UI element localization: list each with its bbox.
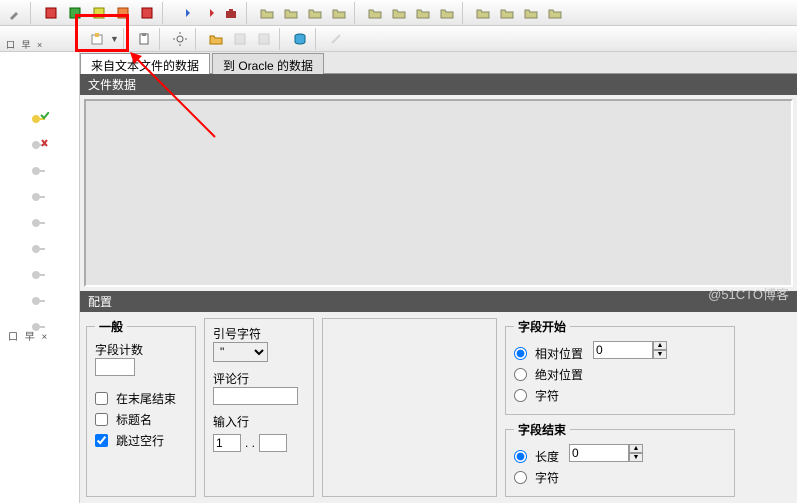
folder12-icon[interactable] (544, 2, 566, 24)
cube-yellow-icon[interactable] (88, 2, 110, 24)
cb-end-at-eof[interactable] (95, 392, 108, 405)
cube-green-icon[interactable] (64, 2, 86, 24)
toolbar-main (0, 0, 797, 26)
radio-abs-pos[interactable] (514, 368, 527, 381)
key3-icon[interactable] (31, 216, 49, 230)
legend-end: 字段结束 (514, 421, 570, 438)
folder5-icon[interactable] (364, 2, 386, 24)
input-row-from[interactable] (213, 434, 241, 452)
key4-icon[interactable] (31, 242, 49, 256)
folder3-icon[interactable] (304, 2, 326, 24)
key5-icon[interactable] (31, 268, 49, 282)
radio-length[interactable] (514, 450, 527, 463)
spin-down2-icon[interactable]: ▼ (629, 453, 643, 462)
folder4-icon[interactable] (328, 2, 350, 24)
folder9-icon[interactable] (472, 2, 494, 24)
cb-skip-blank[interactable] (95, 434, 108, 447)
label-len: 长度 (535, 448, 559, 465)
label-comment-row: 评论行 (213, 370, 305, 387)
spin-down-icon[interactable]: ▼ (653, 350, 667, 359)
watermark: @51CTO博客 (708, 284, 789, 303)
spinner-start[interactable]: ▲▼ (593, 341, 673, 359)
radio-char-end[interactable] (514, 471, 527, 484)
label-char-end: 字符 (535, 469, 559, 486)
save2-icon[interactable] (253, 28, 275, 50)
folder2-icon[interactable] (280, 2, 302, 24)
legend-start: 字段开始 (514, 318, 570, 335)
spin-up-icon[interactable]: ▲ (653, 341, 667, 350)
cube-red-icon[interactable] (40, 2, 62, 24)
fieldset-quote: 引号字符 " 评论行 输入行 . . (204, 318, 314, 497)
folder6-icon[interactable] (388, 2, 410, 24)
arrow-blue-icon[interactable] (172, 2, 194, 24)
save-icon[interactable] (229, 28, 251, 50)
legend-general: 一般 (95, 318, 127, 335)
paste-icon[interactable] (133, 28, 155, 50)
cb-header[interactable] (95, 413, 108, 426)
input-start-val[interactable] (593, 341, 653, 359)
cube-orange-icon[interactable] (112, 2, 134, 24)
label-header: 标题名 (116, 411, 187, 428)
cube-red2-icon[interactable] (136, 2, 158, 24)
label-input-row: 输入行 (213, 413, 305, 430)
label-end: 在末尾结束 (116, 390, 187, 407)
folder11-icon[interactable] (520, 2, 542, 24)
sun-icon[interactable] (169, 28, 191, 50)
wand-icon[interactable] (325, 28, 347, 50)
arrow-red-icon[interactable] (196, 2, 218, 24)
label-dots: . . (245, 436, 255, 450)
fieldset-field-end: 字段结束 长度 字符 ▲▼ (505, 421, 735, 497)
tab-from-text[interactable]: 来自文本文件的数据 (80, 53, 210, 74)
wrench-icon[interactable] (4, 2, 26, 24)
folder7-icon[interactable] (412, 2, 434, 24)
panel-controls-top[interactable]: 口 早 × (6, 38, 44, 51)
label-quote-char: 引号字符 (213, 325, 305, 342)
select-quote-char[interactable]: " (213, 342, 268, 362)
folder10-icon[interactable] (496, 2, 518, 24)
folder8-icon[interactable] (436, 2, 458, 24)
file-data-grid[interactable] (84, 99, 793, 287)
section-config: 配置 (80, 291, 797, 312)
spin-up2-icon[interactable]: ▲ (629, 444, 643, 453)
section-file-data: 文件数据 (80, 74, 797, 95)
key6-icon[interactable] (31, 294, 49, 308)
key-x-icon[interactable] (31, 138, 49, 152)
fieldset-general: 一般 字段计数 在末尾结束 标题名 跳过空行 (86, 318, 196, 497)
label-field-count: 字段计数 (95, 341, 187, 358)
input-end-val[interactable] (569, 444, 629, 462)
tab-to-oracle[interactable]: 到 Oracle 的数据 (212, 53, 324, 74)
label-rel: 相对位置 (535, 345, 583, 362)
radio-char-start[interactable] (514, 389, 527, 402)
toolbox-icon[interactable] (220, 2, 242, 24)
spinner-end[interactable]: ▲▼ (569, 444, 649, 462)
input-comment-row[interactable] (213, 387, 298, 405)
fieldset-field-start: 字段开始 相对位置 绝对位置 字符 ▲▼ (505, 318, 735, 415)
input-field-count[interactable] (95, 358, 135, 376)
object-browser-panel: 口 早 × (0, 52, 80, 503)
radio-rel-pos[interactable] (514, 347, 527, 360)
panel-controls-left[interactable]: 口 早 × (8, 328, 49, 343)
input-row-to[interactable] (259, 434, 287, 452)
import-icon[interactable] (86, 28, 108, 50)
key-check-icon[interactable] (31, 112, 49, 126)
toolbar-secondary: 口 早 × ▼ (0, 26, 797, 52)
preview-box (322, 318, 497, 497)
tab-bar: 来自文本文件的数据 到 Oracle 的数据 (80, 52, 797, 74)
label-char-start: 字符 (535, 387, 583, 404)
key1-icon[interactable] (31, 164, 49, 178)
label-abs: 绝对位置 (535, 366, 583, 383)
folder1-icon[interactable] (256, 2, 278, 24)
db-icon[interactable] (289, 28, 311, 50)
label-skip: 跳过空行 (116, 432, 187, 449)
key2-icon[interactable] (31, 190, 49, 204)
open-icon[interactable] (205, 28, 227, 50)
